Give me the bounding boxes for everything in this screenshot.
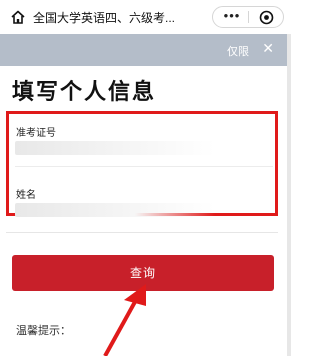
more-icon[interactable]: •••: [221, 9, 243, 24]
tips-label: 温馨提示：: [16, 325, 71, 337]
capsule-menu: •••: [212, 6, 284, 28]
exam-number-label: 准考证号: [16, 128, 56, 139]
notice-label: 仅限: [227, 46, 249, 58]
close-circle-icon[interactable]: [259, 10, 274, 25]
notice-bar: 仅限 ✕: [0, 34, 291, 66]
capsule-divider: [248, 11, 249, 23]
page-name: 全国大学英语四、六级考...: [33, 11, 176, 25]
field-divider: [15, 166, 273, 167]
mini-program-top-bar: 全国大学英语四、六级考... •••: [0, 0, 291, 34]
name-input[interactable]: [15, 203, 215, 217]
info-form-highlight: 准考证号 姓名: [6, 111, 278, 217]
home-icon[interactable]: [10, 9, 26, 25]
exam-number-input[interactable]: [15, 141, 215, 155]
form-separator: [6, 232, 278, 233]
query-button[interactable]: 查询: [12, 255, 274, 291]
page-title: 填写个人信息: [12, 79, 157, 104]
name-label: 姓名: [16, 190, 36, 201]
scroll-edge: [287, 34, 291, 356]
notice-close-icon[interactable]: ✕: [262, 40, 274, 57]
